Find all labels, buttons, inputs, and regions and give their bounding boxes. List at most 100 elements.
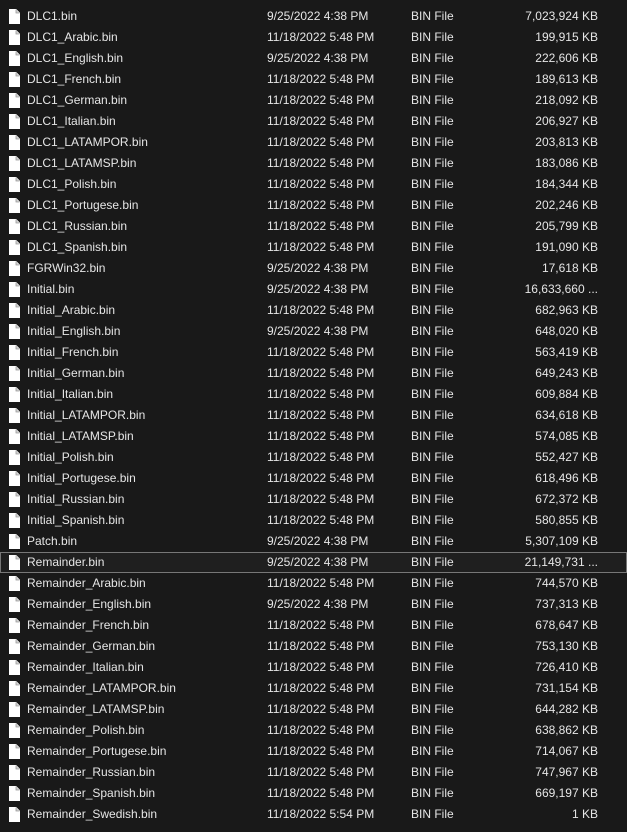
file-name: DLC1_Portugese.bin (27, 198, 139, 212)
file-row[interactable]: Remainder_French.bin 11/18/2022 5:48 PM … (0, 615, 627, 636)
file-type: BIN File (411, 261, 454, 275)
file-size: 682,963 KB (535, 303, 598, 317)
file-icon (9, 177, 20, 192)
file-row[interactable]: Remainder_LATAMPOR.bin 11/18/2022 5:48 P… (0, 678, 627, 699)
file-row[interactable]: Initial_French.bin 11/18/2022 5:48 PM BI… (0, 342, 627, 363)
file-icon (9, 408, 20, 423)
file-icon (9, 9, 20, 24)
file-date-modified: 9/25/2022 4:38 PM (267, 261, 369, 275)
file-icon (9, 660, 20, 675)
file-list: DLC1.bin 9/25/2022 4:38 PM BIN File 7,02… (0, 0, 627, 832)
file-size: 203,813 KB (535, 135, 598, 149)
file-name: FGRWin32.bin (27, 261, 106, 275)
file-icon (9, 597, 20, 612)
file-type: BIN File (411, 807, 454, 821)
file-type: BIN File (411, 93, 454, 107)
file-icon (9, 576, 20, 591)
file-row[interactable]: Remainder_LATAMSP.bin 11/18/2022 5:48 PM… (0, 699, 627, 720)
file-row[interactable]: Remainder.bin 9/25/2022 4:38 PM BIN File… (0, 552, 627, 573)
file-row[interactable]: Remainder_German.bin 11/18/2022 5:48 PM … (0, 636, 627, 657)
file-size: 183,086 KB (535, 156, 598, 170)
file-icon (9, 471, 20, 486)
file-date-modified: 11/18/2022 5:54 PM (267, 807, 375, 821)
file-row[interactable]: FGRWin32.bin 9/25/2022 4:38 PM BIN File … (0, 258, 627, 279)
file-row[interactable]: Remainder_Russian.bin 11/18/2022 5:48 PM… (0, 762, 627, 783)
file-name: Patch.bin (27, 534, 78, 548)
file-row[interactable]: Initial_Portugese.bin 11/18/2022 5:48 PM… (0, 468, 627, 489)
file-row[interactable]: Remainder_Arabic.bin 11/18/2022 5:48 PM … (0, 573, 627, 594)
file-date-modified: 11/18/2022 5:48 PM (267, 198, 375, 212)
file-row[interactable]: Remainder_Swedish.bin 11/18/2022 5:54 PM… (0, 804, 627, 825)
file-row[interactable]: DLC1.bin 9/25/2022 4:38 PM BIN File 7,02… (0, 6, 627, 27)
file-date-modified: 11/18/2022 5:48 PM (267, 387, 375, 401)
file-date-modified: 9/25/2022 4:38 PM (267, 597, 369, 611)
file-row[interactable]: Initial_Arabic.bin 11/18/2022 5:48 PM BI… (0, 300, 627, 321)
file-row[interactable]: DLC1_German.bin 11/18/2022 5:48 PM BIN F… (0, 90, 627, 111)
file-size: 206,927 KB (535, 114, 598, 128)
file-row[interactable]: Initial_Polish.bin 11/18/2022 5:48 PM BI… (0, 447, 627, 468)
file-row[interactable]: Remainder_Polish.bin 11/18/2022 5:48 PM … (0, 720, 627, 741)
file-size: 199,915 KB (535, 30, 598, 44)
file-row[interactable]: Remainder_English.bin 9/25/2022 4:38 PM … (0, 594, 627, 615)
file-row[interactable]: DLC1_Portugese.bin 11/18/2022 5:48 PM BI… (0, 195, 627, 216)
file-size: 189,613 KB (535, 72, 598, 86)
file-name: Remainder_Polish.bin (27, 723, 145, 737)
file-row[interactable]: DLC1_Russian.bin 11/18/2022 5:48 PM BIN … (0, 216, 627, 237)
file-row[interactable]: DLC1_Arabic.bin 11/18/2022 5:48 PM BIN F… (0, 27, 627, 48)
file-date-modified: 9/25/2022 4:38 PM (267, 555, 369, 569)
file-icon (9, 513, 20, 528)
file-date-modified: 11/18/2022 5:48 PM (267, 723, 375, 737)
file-type: BIN File (411, 471, 454, 485)
file-name: Remainder_French.bin (27, 618, 150, 632)
file-icon (9, 555, 20, 570)
file-row[interactable]: Initial_Russian.bin 11/18/2022 5:48 PM B… (0, 489, 627, 510)
file-row[interactable]: Remainder_Spanish.bin 11/18/2022 5:48 PM… (0, 783, 627, 804)
file-size: 634,618 KB (535, 408, 598, 422)
file-type: BIN File (411, 723, 454, 737)
file-row[interactable]: Initial_LATAMSP.bin 11/18/2022 5:48 PM B… (0, 426, 627, 447)
file-size: 205,799 KB (535, 219, 598, 233)
file-date-modified: 9/25/2022 4:38 PM (267, 51, 369, 65)
file-type: BIN File (411, 744, 454, 758)
file-name: Initial_French.bin (27, 345, 119, 359)
file-row[interactable]: DLC1_Italian.bin 11/18/2022 5:48 PM BIN … (0, 111, 627, 132)
file-row[interactable]: Initial_Spanish.bin 11/18/2022 5:48 PM B… (0, 510, 627, 531)
file-row[interactable]: Remainder_Portugese.bin 11/18/2022 5:48 … (0, 741, 627, 762)
file-size: 191,090 KB (535, 240, 598, 254)
file-row[interactable]: DLC1_English.bin 9/25/2022 4:38 PM BIN F… (0, 48, 627, 69)
file-icon (9, 639, 20, 654)
file-size: 618,496 KB (535, 471, 598, 485)
file-icon (9, 303, 20, 318)
file-name: DLC1_LATAMSP.bin (27, 156, 137, 170)
file-date-modified: 11/18/2022 5:48 PM (267, 303, 375, 317)
file-type: BIN File (411, 219, 454, 233)
file-row[interactable]: DLC1_French.bin 11/18/2022 5:48 PM BIN F… (0, 69, 627, 90)
file-row[interactable]: Patch.bin 9/25/2022 4:38 PM BIN File 5,3… (0, 531, 627, 552)
file-row[interactable]: Initial_LATAMPOR.bin 11/18/2022 5:48 PM … (0, 405, 627, 426)
file-row[interactable]: Initial_Italian.bin 11/18/2022 5:48 PM B… (0, 384, 627, 405)
file-row[interactable]: Initial.bin 9/25/2022 4:38 PM BIN File 1… (0, 279, 627, 300)
file-row[interactable]: Remainder_Italian.bin 11/18/2022 5:48 PM… (0, 657, 627, 678)
file-type: BIN File (411, 597, 454, 611)
file-name: Remainder_Italian.bin (27, 660, 144, 674)
file-date-modified: 11/18/2022 5:48 PM (267, 639, 375, 653)
file-row[interactable]: Initial_German.bin 11/18/2022 5:48 PM BI… (0, 363, 627, 384)
file-row[interactable]: DLC1_Polish.bin 11/18/2022 5:48 PM BIN F… (0, 174, 627, 195)
file-row[interactable]: Initial_English.bin 9/25/2022 4:38 PM BI… (0, 321, 627, 342)
file-type: BIN File (411, 786, 454, 800)
file-icon (9, 240, 20, 255)
file-icon (9, 450, 20, 465)
file-date-modified: 11/18/2022 5:48 PM (267, 114, 375, 128)
file-row[interactable]: DLC1_Spanish.bin 11/18/2022 5:48 PM BIN … (0, 237, 627, 258)
file-size: 5,307,109 KB (525, 534, 598, 548)
file-row[interactable]: DLC1_LATAMPOR.bin 11/18/2022 5:48 PM BIN… (0, 132, 627, 153)
file-name: Remainder_LATAMPOR.bin (27, 681, 176, 695)
file-date-modified: 9/25/2022 4:38 PM (267, 9, 369, 23)
file-name: DLC1.bin (27, 9, 78, 23)
file-type: BIN File (411, 240, 454, 254)
file-type: BIN File (411, 576, 454, 590)
file-type: BIN File (411, 30, 454, 44)
file-size: 202,246 KB (535, 198, 598, 212)
file-row[interactable]: DLC1_LATAMSP.bin 11/18/2022 5:48 PM BIN … (0, 153, 627, 174)
file-date-modified: 9/25/2022 4:38 PM (267, 282, 369, 296)
